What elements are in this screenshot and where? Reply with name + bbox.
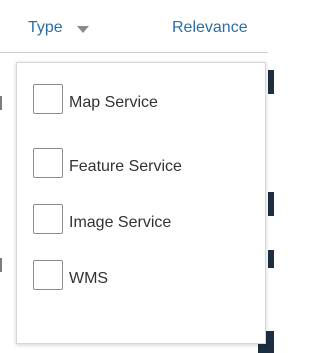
map-service-checkbox[interactable]	[33, 84, 63, 114]
wms-checkbox[interactable]	[33, 260, 63, 290]
filter-option-label: Image Service	[69, 214, 172, 231]
image-service-checkbox[interactable]	[33, 204, 63, 234]
filter-option-label: Map Service	[69, 94, 158, 111]
background-content-strip	[268, 52, 274, 353]
type-filter-dropdown: Map Service Feature Service Image Servic…	[16, 62, 266, 344]
filter-option-label: WMS	[69, 270, 109, 287]
chevron-down-icon	[76, 25, 89, 33]
type-filter-label: Type	[28, 19, 63, 36]
filter-option-feature-service[interactable]: Feature Service	[33, 147, 182, 179]
background-divider	[0, 96, 2, 110]
filter-option-image-service[interactable]: Image Service	[33, 203, 171, 235]
background-block	[268, 70, 274, 94]
sort-relevance-button[interactable]: Relevance	[172, 16, 248, 40]
feature-service-checkbox[interactable]	[33, 148, 63, 178]
filter-option-label: Feature Service	[69, 158, 182, 175]
results-toolbar: Type Relevance	[0, 0, 274, 53]
search-results-page: Type Relevance Map Service Feature Servi…	[0, 0, 274, 353]
type-filter-toggle[interactable]: Type	[28, 16, 89, 40]
background-divider	[0, 258, 2, 272]
filter-option-wms[interactable]: WMS	[33, 259, 108, 291]
background-block	[268, 192, 274, 216]
background-block	[268, 250, 274, 268]
filter-option-map-service[interactable]: Map Service	[33, 83, 158, 115]
